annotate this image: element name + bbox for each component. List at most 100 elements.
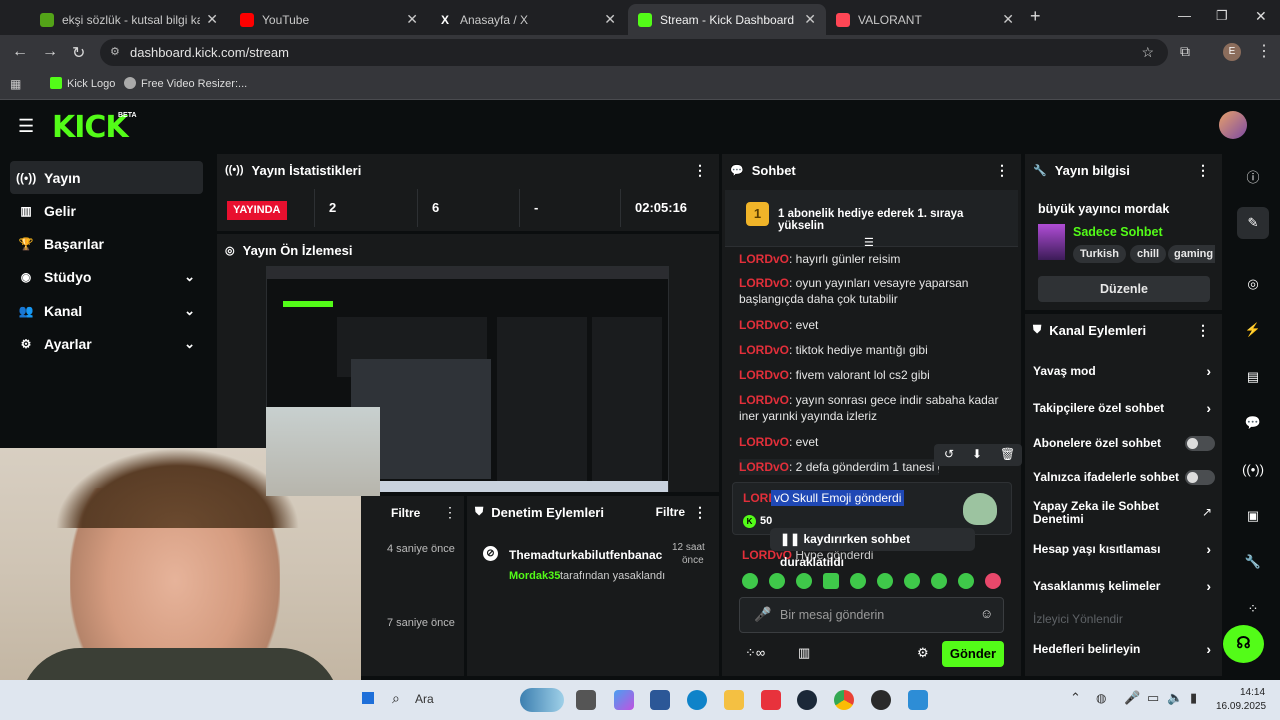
browser-menu-icon[interactable]: ⋮ xyxy=(1256,41,1272,61)
hamburger-menu-icon[interactable]: ☰ xyxy=(18,116,34,137)
followers-only-row[interactable]: Takipçilere özel sohbet › xyxy=(1033,397,1215,419)
close-tab-icon[interactable]: ✕ xyxy=(406,11,418,28)
widgets-icon[interactable] xyxy=(520,688,564,712)
kick-logo[interactable]: KICK xyxy=(52,110,129,145)
info-icon[interactable]: ⓘ xyxy=(1237,160,1269,192)
emote-icon[interactable] xyxy=(904,573,920,589)
emote-icon[interactable] xyxy=(796,573,812,589)
bookmark-video-resizer[interactable]: Free Video Resizer:... xyxy=(141,78,247,90)
account-age-row[interactable]: Hesap yaşı kısıtlaması › xyxy=(1033,538,1215,560)
sidebar-item-basarilar[interactable]: 🏆 Başarılar xyxy=(10,227,203,260)
tab-valorant[interactable]: VALORANT ✕ xyxy=(826,4,1024,35)
tag-chip[interactable]: chill xyxy=(1130,245,1167,263)
user-avatar[interactable] xyxy=(1219,111,1247,139)
store-app-icon[interactable] xyxy=(650,690,670,710)
moderation-filter-button[interactable]: Filtre xyxy=(656,505,685,519)
chat-settings-icon[interactable]: ⚙ xyxy=(917,645,929,661)
more-options-icon[interactable]: ⋮ xyxy=(1196,162,1210,179)
address-bar[interactable]: ⚙ dashboard.kick.com/stream ☆ xyxy=(100,39,1168,66)
banned-user[interactable]: Themadturkabilutfenbanac xyxy=(509,548,662,562)
emote-icon[interactable] xyxy=(931,573,947,589)
emoji-picker-icon[interactable]: ☺ xyxy=(980,606,993,621)
wrench-icon[interactable]: 🔧 xyxy=(1237,546,1269,578)
chat-input-placeholder[interactable]: Bir mesaj gönderin xyxy=(780,608,884,622)
windows-start-icon[interactable] xyxy=(362,692,374,704)
apps-grid-icon[interactable]: ▦ xyxy=(10,77,21,91)
edge-icon[interactable] xyxy=(687,690,707,710)
points-icon[interactable]: ⁘∞ xyxy=(745,645,765,661)
store-icon[interactable]: ▥ xyxy=(798,645,810,661)
minimize-icon[interactable]: — xyxy=(1178,8,1191,23)
tag-chip[interactable]: gaming xyxy=(1168,245,1215,263)
broadcast-icon[interactable]: ((•)) xyxy=(1237,453,1269,485)
sidebar-item-ayarlar[interactable]: ⚙ Ayarlar ⌄ xyxy=(10,327,203,360)
more-options-icon[interactable]: ⋮ xyxy=(1196,322,1210,339)
sidebar-item-kanal[interactable]: 👥 Kanal ⌄ xyxy=(10,294,203,327)
moderation-panel-icon[interactable]: ▣ xyxy=(1237,500,1269,532)
slow-mode-row[interactable]: Yavaş mod › xyxy=(1033,360,1215,382)
extensions-icon[interactable]: ⧉ xyxy=(1180,43,1190,60)
clock-time[interactable]: 14:14 xyxy=(1240,687,1265,698)
chat-message[interactable]: LORDvO: hayırlı günler reisim xyxy=(739,251,1009,267)
taskbar-search-label[interactable]: Ara xyxy=(415,692,434,706)
ai-moderation-row[interactable]: Yapay Zeka ile Sohbet Denetimi xyxy=(1033,500,1183,528)
app-badge-icon[interactable] xyxy=(761,690,781,710)
chat-message[interactable]: LORDvO: evet xyxy=(739,317,1009,333)
task-view-icon[interactable] xyxy=(576,690,596,710)
sidebar-item-yayin[interactable]: ((•)) Yayın xyxy=(10,161,203,194)
volume-icon[interactable]: 🔈 xyxy=(1167,690,1183,706)
lightning-icon[interactable]: ⚡ xyxy=(1237,314,1269,346)
set-goals-row[interactable]: Hedefleri belirleyin › xyxy=(1033,638,1215,660)
chat-input-box[interactable]: 🎤 Bir mesaj gönderin ☺ xyxy=(739,597,1004,633)
photos-icon[interactable] xyxy=(908,690,928,710)
tab-eksi[interactable]: ekşi sözlük - kutsal bilgi kaynağı ✕ xyxy=(30,4,228,35)
collapse-icon[interactable]: ☰ xyxy=(864,236,874,249)
close-tab-icon[interactable]: ✕ xyxy=(604,11,616,28)
tray-chevron-icon[interactable]: ⌃ xyxy=(1070,690,1081,706)
sidebar-item-gelir[interactable]: ▥ Gelir xyxy=(10,194,203,227)
send-button[interactable]: Gönder xyxy=(942,641,1004,667)
tab-kick-dashboard[interactable]: Stream - Kick Dashboard ✕ xyxy=(628,4,826,35)
forward-icon[interactable]: → xyxy=(42,43,58,61)
add-widget-icon[interactable]: ⁘ xyxy=(1237,593,1269,625)
back-icon[interactable]: ← xyxy=(12,43,28,61)
chat-message-hovered[interactable]: LORDvO: 2 defa gönderdim 1 tanesi gözükm… xyxy=(739,459,939,475)
reload-icon[interactable]: ↻ xyxy=(72,43,85,63)
new-tab-icon[interactable]: + xyxy=(1030,6,1041,27)
network-icon[interactable]: ▭ xyxy=(1147,690,1159,706)
emote-only-toggle[interactable] xyxy=(1185,469,1215,485)
profile-avatar[interactable]: E xyxy=(1223,43,1241,61)
emote-icon[interactable] xyxy=(877,573,893,589)
edit-icon[interactable]: ✎ xyxy=(1237,207,1269,239)
chat-message[interactable]: LORDvO: oyun yayınları vesayre yaparsan … xyxy=(739,275,1009,307)
chat-bubble-icon[interactable]: 💬 xyxy=(1237,407,1269,439)
close-tab-icon[interactable]: ✕ xyxy=(206,11,218,28)
support-headset-icon[interactable]: ☊ xyxy=(1223,625,1264,663)
banned-words-row[interactable]: Yasaklanmış kelimeler › xyxy=(1033,575,1215,597)
obs-icon[interactable] xyxy=(871,690,891,710)
close-tab-icon[interactable]: ✕ xyxy=(1002,11,1014,28)
subscribers-only-toggle[interactable] xyxy=(1185,435,1215,451)
delete-icon[interactable]: 🗑 xyxy=(1000,447,1015,461)
emote-icon[interactable] xyxy=(850,573,866,589)
steam-icon[interactable] xyxy=(797,690,817,710)
close-tab-icon[interactable]: ✕ xyxy=(804,11,816,28)
more-options-icon[interactable]: ⋮ xyxy=(693,162,707,179)
edit-stream-info-button[interactable]: Düzenle xyxy=(1038,276,1210,302)
sub-goal-banner[interactable]: 1 1 abonelik hediye ederek 1. sıraya yük… xyxy=(725,190,1018,249)
tag-chip[interactable]: Turkish xyxy=(1073,245,1126,263)
microphone-tray-icon[interactable]: 🎤 xyxy=(1124,690,1140,706)
chrome-icon[interactable] xyxy=(834,690,854,710)
chat-message[interactable]: LORDvO: yayın sonrası gece indir sabaha … xyxy=(739,392,1009,424)
chat-paused-notice[interactable]: ❚❚ kaydırırken sohbet duraklatıldı xyxy=(770,528,975,569)
close-window-icon[interactable]: ✕ xyxy=(1255,8,1267,25)
site-info-icon[interactable]: ⚙ xyxy=(110,39,120,66)
chat-message[interactable]: LORDvO: tiktok hediye mantığı gibi xyxy=(739,342,1009,358)
sidebar-item-studyo[interactable]: ◉ Stüdyo ⌄ xyxy=(10,260,203,293)
battery-icon[interactable]: ▮ xyxy=(1190,690,1197,706)
document-icon[interactable]: ▤ xyxy=(1237,361,1269,393)
maximize-icon[interactable]: ❐ xyxy=(1216,8,1228,24)
emote-icon[interactable] xyxy=(823,573,839,589)
tab-youtube[interactable]: YouTube ✕ xyxy=(230,4,428,35)
emote-icon[interactable] xyxy=(742,573,758,589)
